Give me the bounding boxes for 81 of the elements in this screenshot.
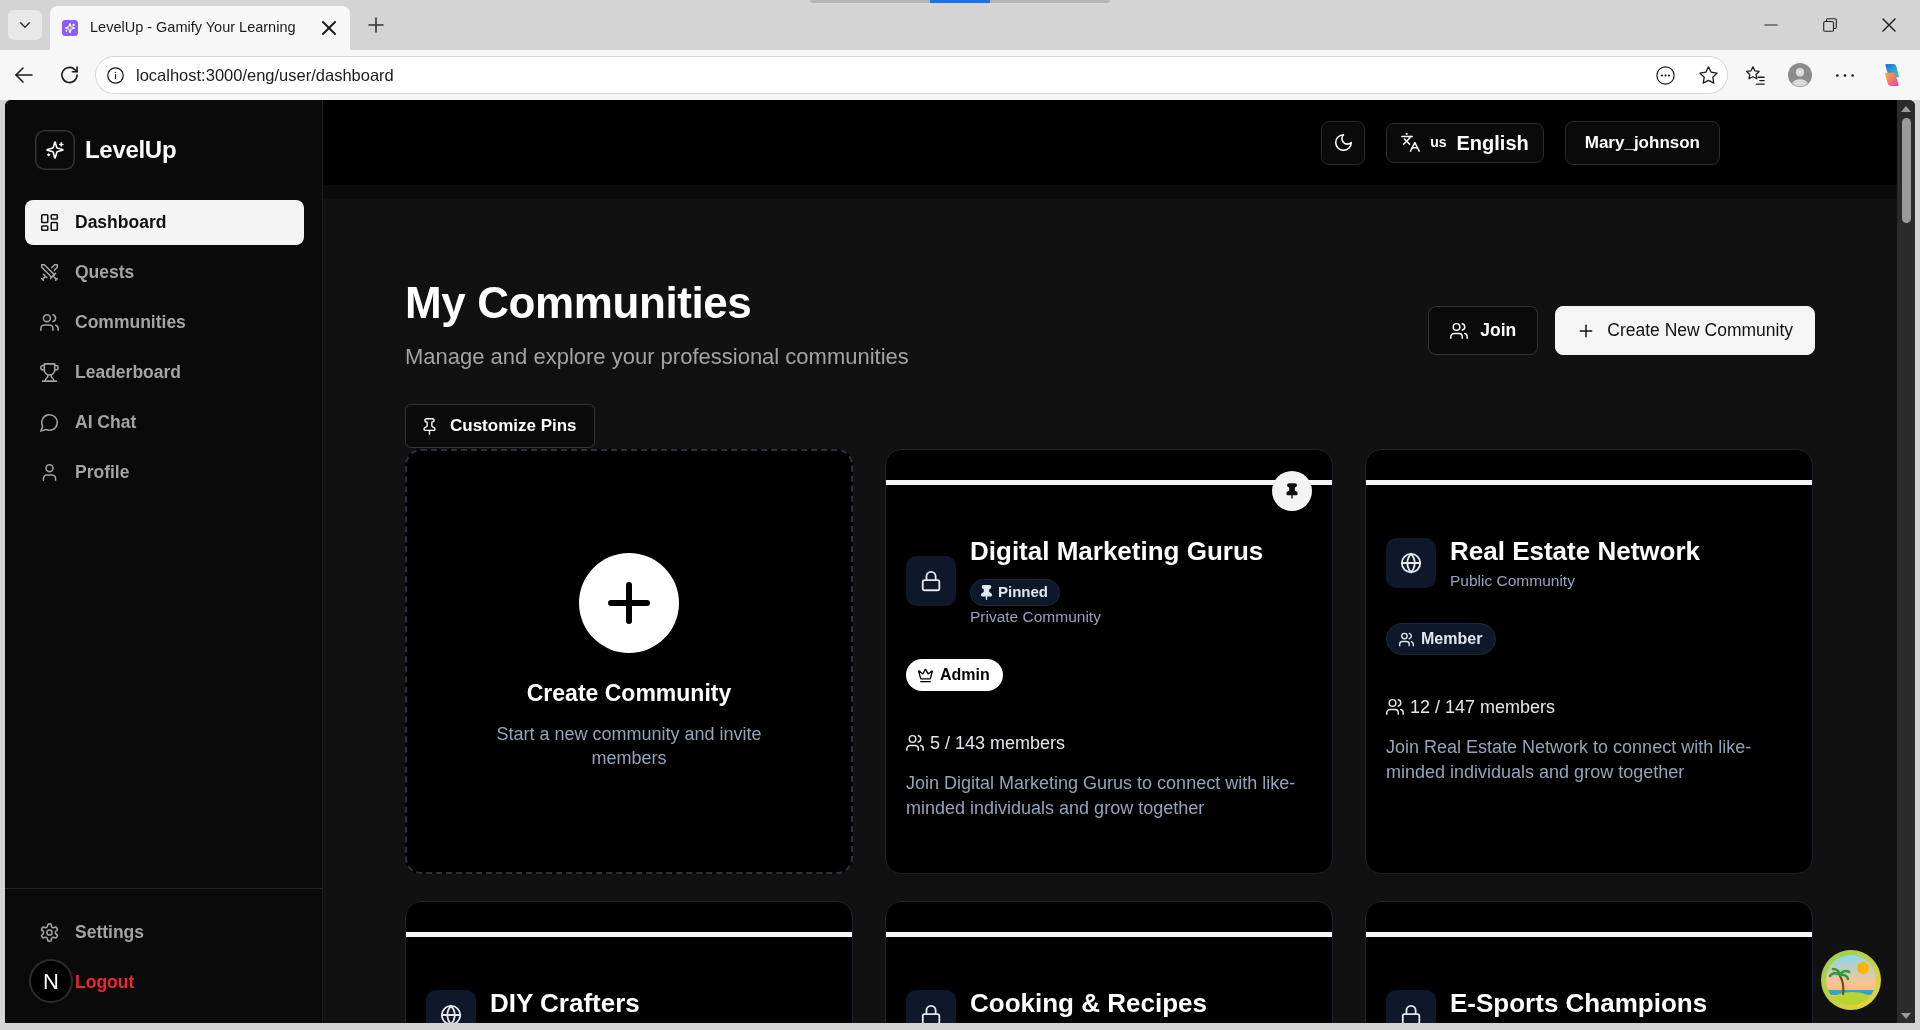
- card-title: Create Community: [526, 679, 732, 708]
- users-icon: [1399, 631, 1414, 647]
- community-card[interactable]: Real Estate Network Public Community Member 12 / 147 members Join Real Estate Network to connect with like-minded individuals and grow together: [1365, 449, 1813, 874]
- close-window-icon[interactable]: [1882, 18, 1896, 32]
- nav-item[interactable]: Leaderboard: [25, 350, 304, 395]
- globe-icon: [1386, 538, 1436, 588]
- theme-toggle-button[interactable]: [1321, 120, 1366, 165]
- card-description: Start a new community and invite members: [495, 723, 763, 770]
- browser-tab[interactable]: LevelUp - Gamify Your Learning: [50, 6, 350, 50]
- brand-name: LevelUp: [85, 135, 177, 165]
- create-community-card[interactable]: Create Community Start a new community and invite members: [405, 449, 853, 874]
- customize-pins-button[interactable]: Customize Pins: [405, 404, 595, 448]
- scrollbar[interactable]: [1897, 100, 1915, 1023]
- users-icon: [906, 734, 924, 752]
- sparkle-icon: [62, 20, 78, 36]
- translate-icon: [1401, 133, 1421, 152]
- community-card[interactable]: E-Sports Champions: [1365, 901, 1813, 1023]
- community-card[interactable]: DIY Crafters: [405, 901, 853, 1023]
- crown-icon: [918, 667, 933, 683]
- pinned-text: Pinned: [998, 582, 1048, 603]
- pin-icon[interactable]: [1272, 471, 1312, 511]
- role-label: Member: [1421, 629, 1483, 649]
- address-bar[interactable]: localhost:3000/eng/user/dashboard: [95, 56, 1728, 94]
- page-title: My Communities: [405, 277, 753, 329]
- page-subtitle: Manage and explore your professional communities: [405, 343, 909, 371]
- community-name: E-Sports Champions: [1450, 987, 1708, 1019]
- nav-item[interactable]: Dashboard: [25, 200, 304, 245]
- user-menu-button[interactable]: Mary_johnson: [1564, 120, 1720, 165]
- close-tab-icon[interactable]: [322, 21, 336, 35]
- chat-bubble-icon: [40, 413, 59, 432]
- nav-item[interactable]: Profile: [25, 450, 304, 495]
- info-icon: [107, 66, 124, 84]
- community-card[interactable]: Digital Marketing Gurus Pinned Private Community Admin 5 / 143 members Join Digital Marketing Gurus to connect with like-minded individuals and grow together: [885, 449, 1333, 874]
- swirl-icon[interactable]: [1882, 64, 1902, 86]
- create-community-button[interactable]: Create New Community: [1555, 306, 1815, 355]
- more-icon[interactable]: [1836, 73, 1854, 77]
- users-icon: [1450, 321, 1469, 340]
- users-icon: [40, 313, 59, 332]
- dots-circle-icon[interactable]: [1656, 65, 1675, 85]
- moon-icon: [1333, 133, 1353, 152]
- dashboard-grid-icon: [40, 213, 59, 232]
- user-icon: [40, 463, 59, 482]
- trophy-icon: [40, 363, 59, 382]
- community-name: Real Estate Network: [1450, 535, 1700, 567]
- scrollbar-thumb[interactable]: [1901, 118, 1911, 223]
- join-button[interactable]: Join: [1428, 306, 1539, 355]
- new-tab-icon[interactable]: [368, 17, 384, 33]
- beach-icon[interactable]: [1821, 950, 1881, 1010]
- pin-icon: [981, 585, 992, 600]
- avatar-icon[interactable]: [1788, 63, 1812, 87]
- reload-icon[interactable]: [61, 66, 78, 84]
- logout-link[interactable]: Logout: [75, 960, 135, 1005]
- star-icon[interactable]: [1699, 66, 1718, 84]
- member-count: 5 / 143 members: [930, 732, 1066, 755]
- language-button[interactable]: us English: [1386, 122, 1544, 163]
- community-name: Digital Marketing Gurus: [970, 535, 1264, 567]
- community-name: DIY Crafters: [490, 987, 640, 1019]
- nav-item[interactable]: Communities: [25, 300, 304, 345]
- community-description: Join Real Estate Network to connect with like-minded individuals and grow together: [1386, 736, 1753, 784]
- community-card[interactable]: Cooking & Recipes: [885, 901, 1333, 1023]
- community-description: Join Digital Marketing Gurus to connect with like-minded individuals and grow together: [906, 772, 1297, 820]
- nav-item[interactable]: AI Chat: [25, 400, 304, 445]
- pin-icon: [421, 417, 438, 435]
- plus-circle-icon[interactable]: [579, 553, 679, 653]
- settings-icon: [40, 923, 59, 942]
- back-arrow-icon[interactable]: [15, 67, 33, 83]
- favorites-icon[interactable]: [1746, 65, 1765, 85]
- sparkle-icon: [35, 130, 75, 170]
- role-label: Admin: [940, 665, 990, 685]
- sidebar-link[interactable]: Settings: [25, 910, 304, 955]
- nav-item[interactable]: Quests: [25, 250, 304, 295]
- community-type-label: Private Community: [970, 607, 1102, 627]
- crossed-swords-icon: [40, 263, 59, 282]
- scroll-up-arrow-icon[interactable]: [1901, 106, 1911, 112]
- lock-icon: [906, 556, 956, 606]
- restore-icon[interactable]: [1823, 18, 1837, 32]
- member-count: 12 / 147 members: [1410, 696, 1556, 719]
- community-name: Cooking & Recipes: [970, 987, 1207, 1019]
- community-type-label: Public Community: [1450, 571, 1576, 591]
- users-icon: [1386, 698, 1404, 716]
- scroll-down-arrow-icon[interactable]: [1901, 1013, 1911, 1019]
